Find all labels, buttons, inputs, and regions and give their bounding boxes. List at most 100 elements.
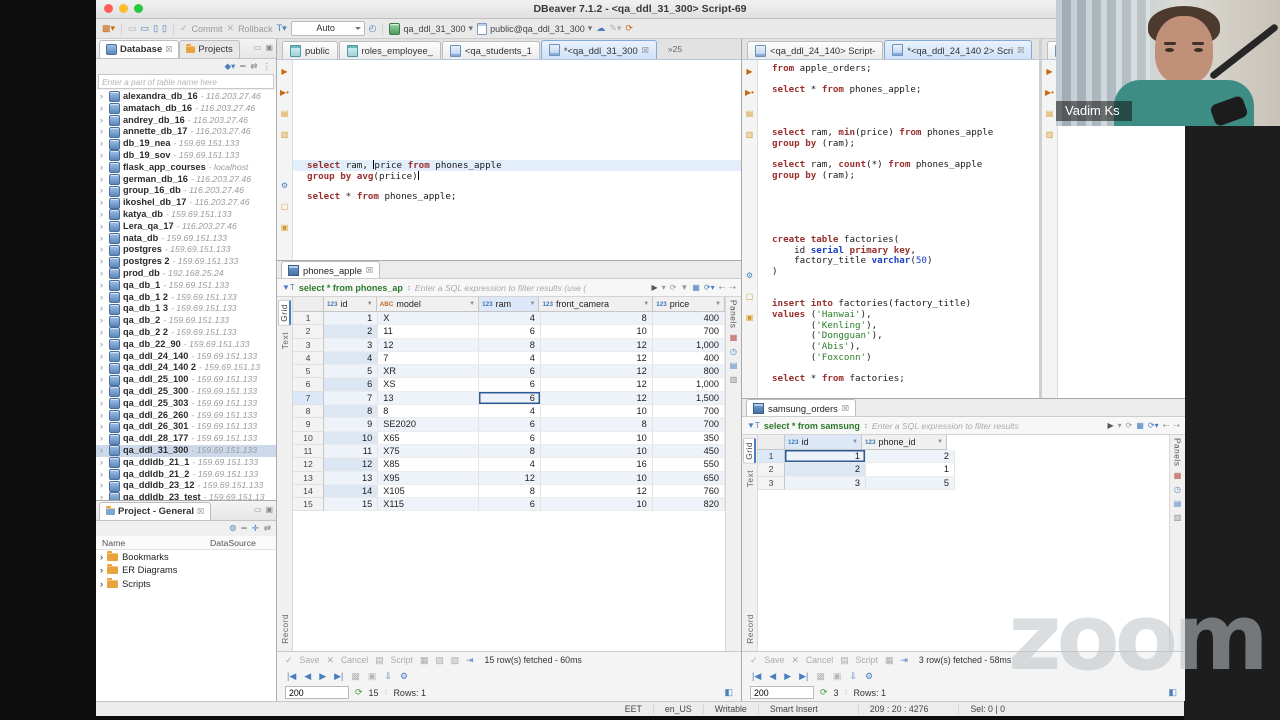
refresh-icon[interactable]: ⟳ bbox=[625, 24, 633, 33]
grid-cell[interactable]: 15 bbox=[324, 498, 378, 511]
grid-cell[interactable]: 4 bbox=[479, 312, 540, 325]
expand-chevron-icon[interactable]: › bbox=[100, 197, 106, 209]
copy-row-icon[interactable]: ▧ bbox=[435, 655, 443, 666]
expand-chevron-icon[interactable]: › bbox=[100, 410, 106, 422]
grid-settings-gear-icon[interactable]: ⚙ bbox=[400, 671, 408, 682]
connection-select[interactable]: qa_ddl_31_300▾ bbox=[389, 23, 473, 35]
explain-plan-icon[interactable]: ▤ bbox=[746, 110, 754, 118]
filter-settings-icon[interactable]: ▼ bbox=[680, 283, 688, 292]
row-number[interactable]: 1 bbox=[293, 312, 324, 325]
table-row[interactable]: 112 bbox=[758, 450, 1169, 463]
nav-back-icon[interactable]: ⇠ bbox=[1163, 421, 1170, 430]
cancel-button[interactable]: Cancel bbox=[806, 655, 833, 665]
database-item[interactable]: ›ikoshel_db_17- 116.203.27.46 bbox=[96, 197, 276, 209]
database-item[interactable]: ›db_19_nea- 159.69.151.133 bbox=[96, 138, 276, 150]
row-number[interactable]: 11 bbox=[293, 445, 324, 458]
close-icon[interactable]: ☒ bbox=[366, 266, 373, 275]
database-item[interactable]: ›qa_db_2 2- 159.69.151.133 bbox=[96, 327, 276, 339]
table-row[interactable]: 77136121,500 bbox=[293, 392, 725, 405]
export-result-icon[interactable]: ▥ bbox=[281, 131, 289, 139]
grid-cell[interactable]: 8 bbox=[479, 445, 540, 458]
grid-cell[interactable]: 6 bbox=[479, 325, 540, 338]
database-item[interactable]: ›qa_ddl_25_100- 159.69.151.133 bbox=[96, 374, 276, 386]
database-item[interactable]: ›qa_ddldb_23_12- 159.69.151.133 bbox=[96, 480, 276, 492]
fetch-all-icon[interactable]: ▣ bbox=[368, 671, 377, 682]
row-number[interactable]: 5 bbox=[293, 365, 324, 378]
grid-cell[interactable]: 400 bbox=[653, 312, 725, 325]
commit-icon[interactable]: ✓ bbox=[180, 24, 188, 33]
database-item[interactable]: ›group_16_db- 116.203.27.46 bbox=[96, 185, 276, 197]
database-item[interactable]: ›qa_db_1 3- 159.69.151.133 bbox=[96, 303, 276, 315]
fetch-all-icon[interactable]: ▣ bbox=[833, 671, 842, 682]
expand-chevron-icon[interactable]: › bbox=[100, 256, 106, 268]
color-options-icon[interactable]: ⟳▾ bbox=[704, 283, 715, 292]
tab-record-view[interactable]: Record bbox=[280, 614, 290, 644]
expand-chevron-icon[interactable]: › bbox=[100, 185, 106, 197]
grid-cell[interactable]: 820 bbox=[653, 498, 725, 511]
grid-cell[interactable]: X85 bbox=[378, 458, 479, 471]
grid-cell[interactable]: 12 bbox=[324, 458, 378, 471]
last-page-icon[interactable]: ▶| bbox=[334, 671, 343, 682]
grid-cell[interactable]: X bbox=[378, 312, 479, 325]
close-icon[interactable]: ☒ bbox=[197, 507, 204, 516]
sql-editor[interactable]: select ram, price from phones_applegroup… bbox=[293, 60, 741, 260]
database-item[interactable]: ›qa_ddldb_21_1- 159.69.151.133 bbox=[96, 457, 276, 469]
filter-placeholder[interactable]: Enter a SQL expression to filter results… bbox=[415, 283, 648, 293]
references-panel-icon[interactable]: ▤ bbox=[1174, 500, 1182, 508]
database-item[interactable]: ›qa_ddl_28_177- 159.69.151.133 bbox=[96, 433, 276, 445]
grid-cell[interactable]: 11 bbox=[324, 445, 378, 458]
save-file-icon[interactable]: ▢ bbox=[281, 203, 289, 211]
grid-cell[interactable]: 2 bbox=[324, 325, 378, 338]
column-datasource[interactable]: DataSource bbox=[210, 538, 276, 548]
row-number[interactable]: 7 bbox=[293, 392, 324, 405]
column-header-id[interactable]: 123id▼ bbox=[785, 435, 862, 450]
delete-row-icon[interactable]: ▨ bbox=[451, 655, 459, 666]
filter-sort-icon[interactable]: ▼ bbox=[852, 435, 858, 450]
expand-chevron-icon[interactable]: › bbox=[100, 374, 106, 386]
autorefresh-icon[interactable]: ⟳ bbox=[820, 688, 828, 697]
filter-sort-icon[interactable]: ▼ bbox=[715, 297, 721, 312]
grid-cell[interactable]: 12 bbox=[541, 485, 653, 498]
grid-corner-cell[interactable] bbox=[293, 297, 324, 312]
table-row[interactable]: 11X48400 bbox=[293, 312, 725, 325]
database-item[interactable]: ›postgres 2- 159.69.151.133 bbox=[96, 256, 276, 268]
execute-script-icon[interactable]: ▶• bbox=[745, 89, 754, 97]
grid-cell[interactable]: XR bbox=[378, 365, 479, 378]
grid-cell[interactable]: 6 bbox=[479, 498, 540, 511]
grid-cell[interactable]: 8 bbox=[541, 312, 653, 325]
export-result-icon[interactable]: ▥ bbox=[746, 131, 754, 139]
schema-select[interactable]: public@qa_ddl_31_300▾ bbox=[477, 23, 592, 35]
grid-cell[interactable]: 12 bbox=[479, 472, 540, 485]
export-grid-icon[interactable]: ⇩ bbox=[849, 671, 857, 682]
filter-placeholder[interactable]: Enter a SQL expression to filter results bbox=[872, 421, 1104, 431]
database-item[interactable]: ›flask_app_courses- localhost bbox=[96, 162, 276, 174]
cancel-button[interactable]: Cancel bbox=[341, 655, 368, 665]
table-row[interactable]: 1313X951210650 bbox=[293, 472, 725, 485]
column-header-front_camera[interactable]: 123front_camera▼ bbox=[539, 297, 653, 312]
editor-settings-gear-icon[interactable]: ⚙ bbox=[746, 272, 753, 280]
grid-cell[interactable]: 8 bbox=[479, 485, 540, 498]
autorefresh-icon[interactable]: ⟳ bbox=[355, 688, 363, 697]
database-item[interactable]: ›postgres- 159.69.151.133 bbox=[96, 244, 276, 256]
references-panel-icon[interactable]: ▤ bbox=[730, 362, 738, 370]
grid-cell[interactable]: 10 bbox=[541, 498, 653, 511]
grid-cell[interactable]: 700 bbox=[653, 418, 725, 431]
rollback-icon[interactable]: ✕ bbox=[227, 24, 235, 33]
settings-gear-icon[interactable]: ⚙ bbox=[229, 523, 237, 534]
grid-cell[interactable]: 12 bbox=[541, 392, 653, 405]
database-item[interactable]: ›Lera_qa_17- 116.203.27.46 bbox=[96, 221, 276, 233]
expand-chevron-icon[interactable]: › bbox=[100, 552, 103, 562]
apply-filter-icon[interactable]: ▶ bbox=[1107, 421, 1113, 430]
expand-chevron-icon[interactable]: › bbox=[100, 280, 106, 292]
tab-panels[interactable]: Panels bbox=[729, 300, 739, 328]
tab-text-view[interactable]: Text bbox=[745, 470, 755, 487]
execute-statement-icon[interactable]: ▶ bbox=[1046, 68, 1052, 76]
tab-overflow-count[interactable]: »25 bbox=[668, 44, 682, 54]
fetch-size-input[interactable] bbox=[750, 686, 814, 699]
new-file-icon[interactable]: ▣ bbox=[281, 224, 289, 232]
editor-tab[interactable]: roles_employee_ bbox=[339, 41, 441, 59]
collapse-icon[interactable]: ━ bbox=[242, 523, 247, 534]
grid-cell[interactable]: 800 bbox=[653, 365, 725, 378]
expand-chevron-icon[interactable]: › bbox=[100, 221, 106, 233]
database-item[interactable]: ›katya_db- 159.69.151.133 bbox=[96, 209, 276, 221]
